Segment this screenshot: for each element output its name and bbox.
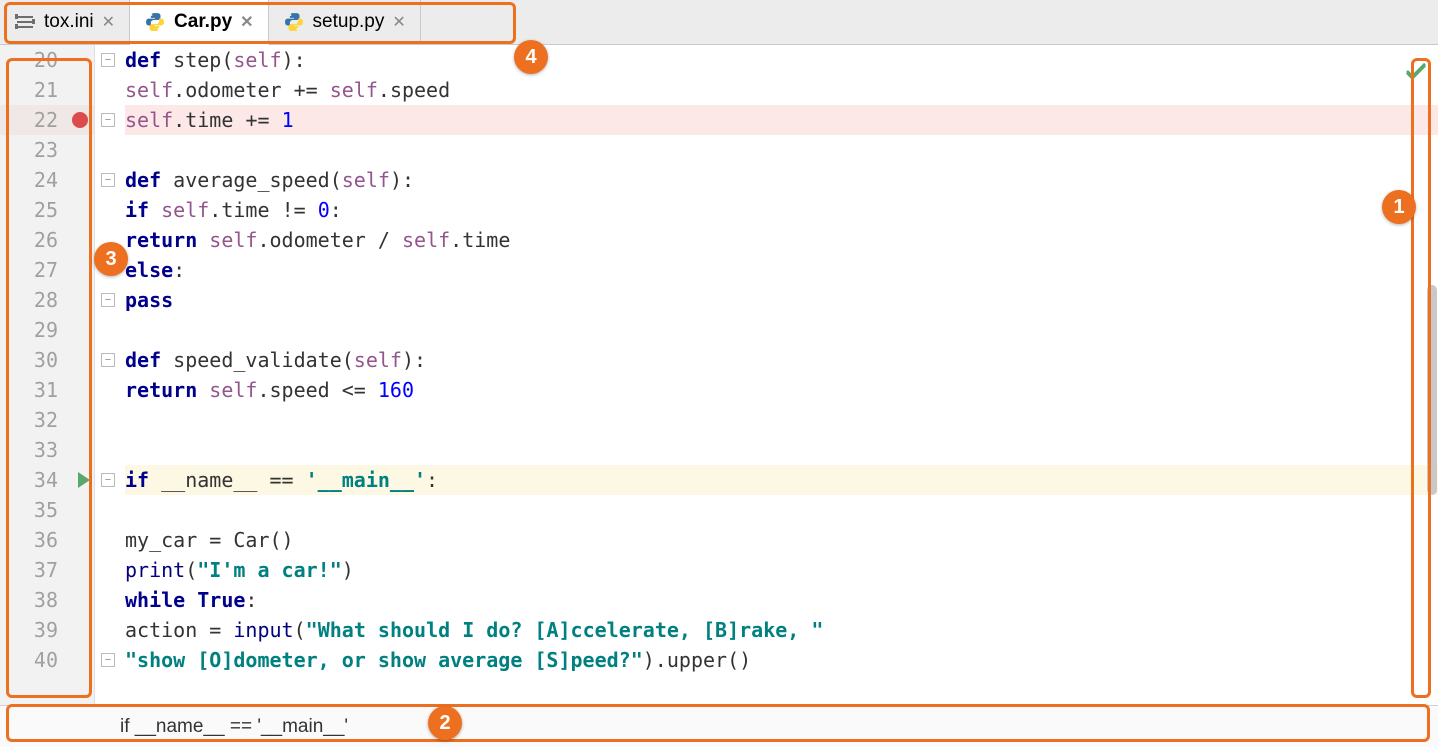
code-line[interactable]: if __name__ == '__main__':	[125, 465, 1438, 495]
code-content[interactable]: def step(self): self.odometer += self.sp…	[95, 45, 1438, 705]
gutter-line[interactable]: 40	[0, 645, 94, 675]
breadcrumb-bar[interactable]: if __name__ == '__main__'	[0, 705, 1438, 747]
code-line[interactable]: pass	[125, 285, 1438, 315]
callout-4: 4	[514, 40, 548, 74]
gutter-line[interactable]: 27	[0, 255, 94, 285]
close-tab-icon[interactable]: ✕	[102, 12, 115, 32]
code-line[interactable]	[125, 495, 1438, 525]
gutter-line[interactable]: 24	[0, 165, 94, 195]
gutter-line[interactable]: 26	[0, 225, 94, 255]
code-line[interactable]: return self.odometer / self.time	[125, 225, 1438, 255]
tab-tox-ini[interactable]: tox.ini ✕	[0, 0, 130, 44]
python-file-icon	[283, 11, 305, 33]
code-line[interactable]	[125, 405, 1438, 435]
tab-label: setup.py	[313, 11, 385, 33]
gutter-line[interactable]: 28	[0, 285, 94, 315]
code-line[interactable]	[125, 435, 1438, 465]
gutter-line[interactable]: 39	[0, 615, 94, 645]
callout-1: 1	[1382, 190, 1416, 224]
breakpoint-icon[interactable]	[72, 112, 88, 128]
code-line[interactable]	[125, 135, 1438, 165]
code-line[interactable]: self.odometer += self.speed	[125, 75, 1438, 105]
run-gutter-icon[interactable]	[78, 472, 90, 488]
gutter-line[interactable]: 30	[0, 345, 94, 375]
editor-gutter[interactable]: 2021222324252627282930313233343536373839…	[0, 45, 95, 705]
gutter-line[interactable]: 35	[0, 495, 94, 525]
code-line[interactable]: print("I'm a car!")	[125, 555, 1438, 585]
callout-2: 2	[428, 706, 462, 740]
code-line[interactable]: if self.time != 0:	[125, 195, 1438, 225]
ini-file-icon	[14, 11, 36, 33]
close-tab-icon[interactable]: ✕	[240, 12, 253, 32]
code-line[interactable]: else:	[125, 255, 1438, 285]
python-file-icon	[144, 11, 166, 33]
gutter-line[interactable]: 20	[0, 45, 94, 75]
editor-tab-bar: tox.ini ✕ Car.py ✕ setup.py ✕	[0, 0, 1438, 45]
code-line[interactable]: self.time += 1	[125, 105, 1438, 135]
gutter-line[interactable]: 21	[0, 75, 94, 105]
scroll-thumb[interactable]	[1427, 285, 1437, 495]
code-line[interactable]: return self.speed <= 160	[125, 375, 1438, 405]
code-line[interactable]: action = input("What should I do? [A]cce…	[125, 615, 1438, 645]
breadcrumb-text: if __name__ == '__main__'	[120, 716, 348, 738]
vertical-scrollbar[interactable]	[1424, 45, 1438, 705]
code-line[interactable]: "show [O]dometer, or show average [S]pee…	[125, 645, 1438, 675]
tab-label: tox.ini	[44, 11, 94, 33]
gutter-line[interactable]: 23	[0, 135, 94, 165]
code-line[interactable]: def step(self):	[125, 45, 1438, 75]
tab-label: Car.py	[174, 11, 232, 33]
code-line[interactable]: def speed_validate(self):	[125, 345, 1438, 375]
gutter-line[interactable]: 22	[0, 105, 94, 135]
gutter-line[interactable]: 37	[0, 555, 94, 585]
gutter-line[interactable]: 29	[0, 315, 94, 345]
gutter-line[interactable]: 38	[0, 585, 94, 615]
callout-3: 3	[94, 242, 128, 276]
editor-area: 2021222324252627282930313233343536373839…	[0, 45, 1438, 705]
tab-setup-py[interactable]: setup.py ✕	[269, 0, 421, 44]
gutter-line[interactable]: 32	[0, 405, 94, 435]
close-tab-icon[interactable]: ✕	[392, 12, 405, 32]
gutter-line[interactable]: 31	[0, 375, 94, 405]
code-line[interactable]: my_car = Car()	[125, 525, 1438, 555]
gutter-line[interactable]: 36	[0, 525, 94, 555]
code-line[interactable]: def average_speed(self):	[125, 165, 1438, 195]
tab-Car-py[interactable]: Car.py ✕	[130, 0, 269, 45]
code-line[interactable]	[125, 315, 1438, 345]
code-line[interactable]: while True:	[125, 585, 1438, 615]
gutter-line[interactable]: 33	[0, 435, 94, 465]
gutter-line[interactable]: 34	[0, 465, 94, 495]
gutter-line[interactable]: 25	[0, 195, 94, 225]
